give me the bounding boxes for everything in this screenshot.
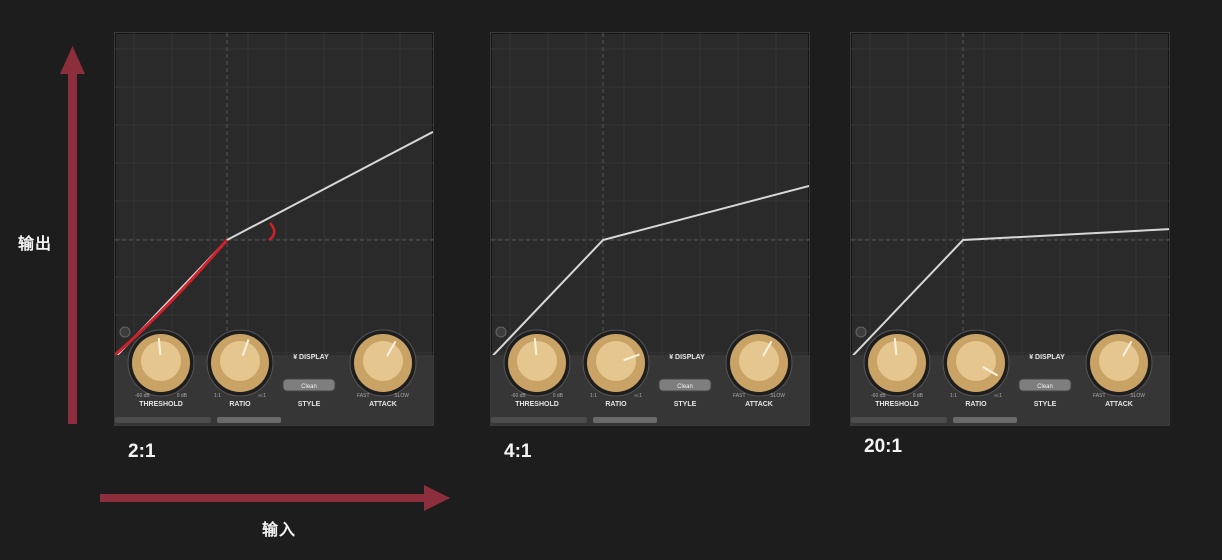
ratio-caption: 4:1 [504,441,532,462]
knob-cap [877,341,917,381]
attack-label: ATTACK [745,401,773,408]
threshold-max-label: 0 dB [913,393,924,399]
ratio-caption: 2:1 [128,441,156,462]
x-axis-label: 输入 [262,520,297,539]
attack-max-label: SLOW [770,393,785,399]
red-angle-mark [268,222,276,242]
ratio-min-label: 1:1 [590,393,597,399]
compressor-panel-3: THRESHOLD -60 dB 0 dB RATIO 1:1 ∞:1 ATTACK FAST… [850,32,1170,426]
footer-bar [491,417,587,423]
control-strip: THRESHOLD -60 dB 0 dB RATIO 1:1 ∞:1 ATTACK FAST… [115,329,433,425]
ratio-min-label: 1:1 [214,393,221,399]
corner-badge-icon [855,326,867,338]
threshold-label: THRESHOLD [139,401,183,408]
corner-badge-icon [495,326,507,338]
threshold-min-label: -60 dB [135,393,150,399]
display-toggle[interactable]: ¥ DISPLAY [669,354,705,361]
ratio-max-label: ∞:1 [258,393,266,399]
footer-bar [953,417,1017,423]
corner-badge-icon [119,326,131,338]
knob-cap [363,341,403,381]
y-axis-label: 输出 [18,234,53,253]
attack-min-label: FAST [733,393,746,399]
ratio-knob[interactable]: RATIO 1:1 ∞:1 [206,329,274,408]
style-button[interactable]: Clean [282,378,336,392]
attack-knob[interactable]: ATTACK FAST SLOW [1085,329,1153,408]
knob-cap [739,341,779,381]
attack-label: ATTACK [369,401,397,408]
ratio-caption: 20:1 [864,436,903,457]
compressor-panel-1: THRESHOLD -60 dB 0 dB RATIO 1:1 ∞:1 ATTACK FAST… [114,32,434,426]
ratio-label: RATIO [229,401,251,408]
ratio-min-label: 1:1 [950,393,957,399]
threshold-label: THRESHOLD [515,401,559,408]
knob-cap [1099,341,1139,381]
style-label: STYLE [674,401,697,408]
threshold-max-label: 0 dB [553,393,564,399]
attack-min-label: FAST [1093,393,1106,399]
footer-bar [217,417,281,423]
ratio-max-label: ∞:1 [994,393,1002,399]
attack-max-label: SLOW [394,393,409,399]
ratio-label: RATIO [965,401,987,408]
control-strip: THRESHOLD -60 dB 0 dB RATIO 1:1 ∞:1 ATTACK FAST… [491,329,809,425]
style-button[interactable]: Clean [1018,378,1072,392]
threshold-label: THRESHOLD [875,401,919,408]
control-strip: THRESHOLD -60 dB 0 dB RATIO 1:1 ∞:1 ATTACK FAST… [851,329,1169,425]
style-label: STYLE [298,401,321,408]
footer-bar [851,417,947,423]
attack-max-label: SLOW [1130,393,1145,399]
knob-cap [596,341,636,381]
attack-knob[interactable]: ATTACK FAST SLOW [349,329,417,408]
threshold-min-label: -60 dB [511,393,526,399]
display-toggle[interactable]: ¥ DISPLAY [293,354,329,361]
style-button-label: Clean [1037,384,1053,390]
transfer-curve-graph: THRESHOLD -60 dB 0 dB RATIO 1:1 ∞:1 ATTACK FAST… [491,33,809,425]
attack-label: ATTACK [1105,401,1133,408]
threshold-knob[interactable]: THRESHOLD -60 dB 0 dB [503,329,571,408]
ratio-knob[interactable]: RATIO 1:1 ∞:1 [942,329,1010,408]
threshold-min-label: -60 dB [871,393,886,399]
knob-cap [220,341,260,381]
threshold-knob[interactable]: THRESHOLD -60 dB 0 dB [127,329,195,408]
style-button-label: Clean [301,384,317,390]
attack-knob[interactable]: ATTACK FAST SLOW [725,329,793,408]
ratio-knob[interactable]: RATIO 1:1 ∞:1 [582,329,650,408]
footer-bar [115,417,211,423]
knob-cap [517,341,557,381]
ratio-label: RATIO [605,401,627,408]
attack-min-label: FAST [357,393,370,399]
style-label: STYLE [1034,401,1057,408]
compressor-ratio-slide: 输出 输入 THRESHOLD -60 dB 0 dB RATIO 1:1 ∞:1 ATTA… [0,0,1222,560]
display-toggle[interactable]: ¥ DISPLAY [1029,354,1065,361]
style-button[interactable]: Clean [658,378,712,392]
style-button-label: Clean [677,384,693,390]
y-axis-arrow [60,46,85,424]
threshold-knob[interactable]: THRESHOLD -60 dB 0 dB [863,329,931,408]
transfer-curve-graph: THRESHOLD -60 dB 0 dB RATIO 1:1 ∞:1 ATTACK FAST… [115,33,433,425]
threshold-max-label: 0 dB [177,393,188,399]
knob-cap [956,341,996,381]
compressor-panel-2: THRESHOLD -60 dB 0 dB RATIO 1:1 ∞:1 ATTACK FAST… [490,32,810,426]
x-axis-arrow [100,485,450,511]
transfer-curve-graph: THRESHOLD -60 dB 0 dB RATIO 1:1 ∞:1 ATTACK FAST… [851,33,1169,425]
footer-bar [593,417,657,423]
ratio-max-label: ∞:1 [634,393,642,399]
knob-cap [141,341,181,381]
